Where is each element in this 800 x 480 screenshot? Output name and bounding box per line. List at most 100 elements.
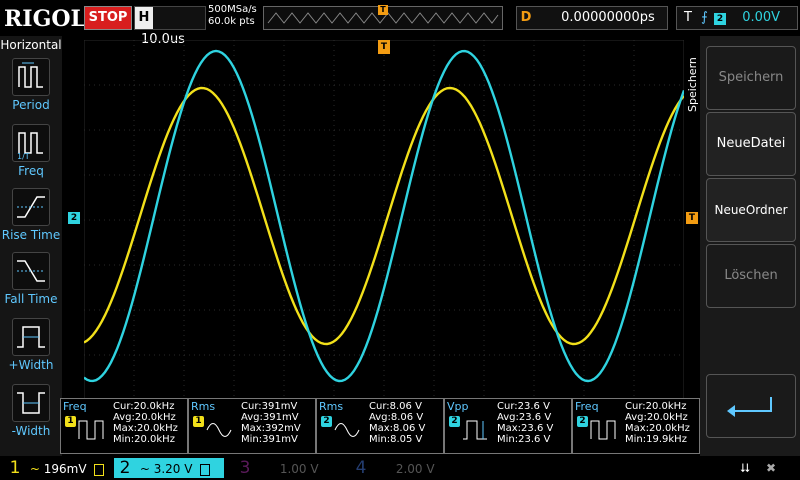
bandwidth-limit-icon — [94, 463, 105, 476]
positive-width-icon — [12, 318, 50, 356]
measurement-min: Min:8.05 V — [369, 434, 423, 445]
measurement-max: Max:20.0kHz — [625, 423, 690, 434]
vpp-symbol-icon — [463, 420, 487, 440]
channel-badge: 2 — [321, 416, 332, 427]
measurement-current: Cur:20.0kHz — [113, 401, 175, 412]
run-stop-indicator[interactable]: STOP — [84, 6, 132, 30]
channel-scale: 2.00 V — [395, 462, 435, 476]
frequency-icon: 1/T — [12, 124, 50, 162]
frequency-symbol-icon — [78, 420, 104, 440]
measurement-max: Max:392mV — [241, 423, 301, 434]
delay-label: D — [520, 10, 532, 25]
measure-item-label: -Width — [11, 424, 51, 438]
trigger-position-marker: T — [378, 5, 388, 15]
measurement-min: Min:391mV — [241, 434, 298, 445]
ch1-status[interactable]: 1 ~ 196mV — [4, 458, 110, 478]
channel-badge: 2 — [577, 416, 588, 427]
trigger-position-bar[interactable]: T — [263, 5, 503, 30]
measure-item-label: Rise Time — [1, 228, 61, 242]
speichern-button[interactable]: Speichern — [706, 46, 796, 110]
horizontal-label: H — [135, 7, 153, 29]
delete-button[interactable]: Löschen — [706, 244, 796, 308]
measurement-name: Freq — [63, 400, 87, 413]
trigger-label: T — [684, 10, 692, 25]
measurement-average: Avg:20.0kHz — [625, 412, 688, 423]
channel-scale: 1.00 V — [279, 462, 319, 476]
measurement-name: Rms — [319, 400, 344, 413]
delay-value: 0.00000000ps — [561, 10, 655, 25]
fall-time-icon — [12, 252, 50, 290]
svg-text:1/T: 1/T — [17, 152, 30, 161]
brand-logo: RIGOL — [4, 6, 86, 32]
new-folder-button[interactable]: NeueOrdner — [706, 178, 796, 242]
measurement-cell[interactable]: Freq 1 Cur:20.0kHz Avg:20.0kHz Max:20.0k… — [60, 398, 188, 454]
rms-symbol-icon — [334, 423, 360, 437]
channel-status-bar: 1 ~ 196mV 2 ~ 3.20 V 3 1.00 V 4 2.00 V ⮇… — [0, 456, 800, 480]
measurement-max: Max:23.6 V — [497, 423, 554, 434]
graticule — [84, 40, 684, 400]
ch2-ground-marker[interactable]: 2 — [68, 212, 80, 224]
waveform-display[interactable] — [84, 40, 684, 400]
channel-number: 1 — [9, 458, 21, 478]
measure-item-label: Fall Time — [4, 292, 58, 306]
ch2-status[interactable]: 2 ~ 3.20 V — [114, 458, 224, 478]
measurement-max: Max:8.06 V — [369, 423, 426, 434]
channel-scale: 3.20 V — [153, 462, 193, 476]
measurement-results: Freq 1 Cur:20.0kHz Avg:20.0kHz Max:20.0k… — [60, 398, 700, 454]
sample-rate: 500MSa/s — [208, 4, 257, 15]
measurement-current: Cur:20.0kHz — [625, 401, 687, 412]
measurement-name: Rms — [191, 400, 216, 413]
trigger-level-marker[interactable]: T — [686, 212, 698, 224]
measure-category-title: Horizontal — [0, 38, 62, 52]
coupling-ac-icon: ~ — [139, 462, 150, 476]
measurement-average: Avg:8.06 V — [369, 412, 424, 423]
measure-fall-time-item[interactable]: Fall Time — [0, 252, 62, 306]
measurement-average: Avg:391mV — [241, 412, 299, 423]
measure-item-label: Period — [12, 98, 50, 112]
measure-freq-item[interactable]: 1/T Freq — [0, 124, 62, 178]
trigger-box[interactable]: T ⨍ 2 0.00V — [676, 6, 798, 30]
channel-badge: 1 — [65, 416, 76, 427]
measurement-name: Vpp — [447, 400, 469, 413]
acquisition-info: 500MSa/s 60.0k pts — [208, 4, 257, 28]
coupling-ac-icon: ~ — [29, 462, 40, 476]
channel-number: 3 — [239, 458, 251, 478]
measurement-name: Freq — [575, 400, 599, 413]
usb-icon: ⮇ — [740, 461, 750, 475]
timebase-box[interactable]: H 10.0us — [134, 6, 206, 47]
rise-time-icon — [12, 188, 50, 226]
ch4-status[interactable]: 4 2.00 V — [350, 458, 460, 478]
trigger-time-marker[interactable]: T — [378, 40, 390, 54]
menu-title: Speichern — [686, 57, 699, 112]
period-icon — [12, 58, 50, 96]
measurement-average: Avg:23.6 V — [497, 412, 552, 423]
ch3-status[interactable]: 3 1.00 V — [234, 458, 344, 478]
frequency-symbol-icon — [590, 420, 616, 440]
measurement-cell[interactable]: Rms 2 Cur:8.06 V Avg:8.06 V Max:8.06 V M… — [316, 398, 444, 454]
channel-scale: 196mV — [43, 462, 87, 476]
memory-depth: 60.0k pts — [208, 16, 255, 27]
measure-item-label: +Width — [8, 358, 54, 372]
measurement-current: Cur:23.6 V — [497, 401, 550, 412]
rising-edge-icon: ⨍ — [701, 10, 708, 25]
measurement-current: Cur:8.06 V — [369, 401, 422, 412]
measurement-cell[interactable]: Rms 1 Cur:391mV Avg:391mV Max:392mV Min:… — [188, 398, 316, 454]
sound-muted-icon[interactable]: ✖ — [766, 458, 786, 478]
new-file-button[interactable]: NeueDatei — [706, 112, 796, 176]
delay-box[interactable]: D 0.00000000ps — [516, 6, 668, 30]
measure-pos-width-item[interactable]: +Width — [0, 318, 62, 372]
measure-rise-time-item[interactable]: Rise Time — [0, 188, 62, 242]
bandwidth-limit-icon — [200, 463, 211, 476]
trigger-level: 0.00V — [742, 10, 781, 25]
measurement-max: Max:20.0kHz — [113, 423, 178, 434]
measurement-cell[interactable]: Freq 2 Cur:20.0kHz Avg:20.0kHz Max:20.0k… — [572, 398, 700, 454]
rms-symbol-icon — [206, 423, 232, 437]
measure-neg-width-item[interactable]: -Width — [0, 384, 62, 438]
measure-period-item[interactable]: Period — [0, 58, 62, 112]
return-button[interactable] — [706, 374, 796, 438]
measurement-cell[interactable]: Vpp 2 Cur:23.6 V Avg:23.6 V Max:23.6 V M… — [444, 398, 572, 454]
measurement-min: Min:23.6 V — [497, 434, 551, 445]
measurement-average: Avg:20.0kHz — [113, 412, 176, 423]
measurement-min: Min:20.0kHz — [113, 434, 175, 445]
measure-item-label: Freq — [18, 164, 44, 178]
